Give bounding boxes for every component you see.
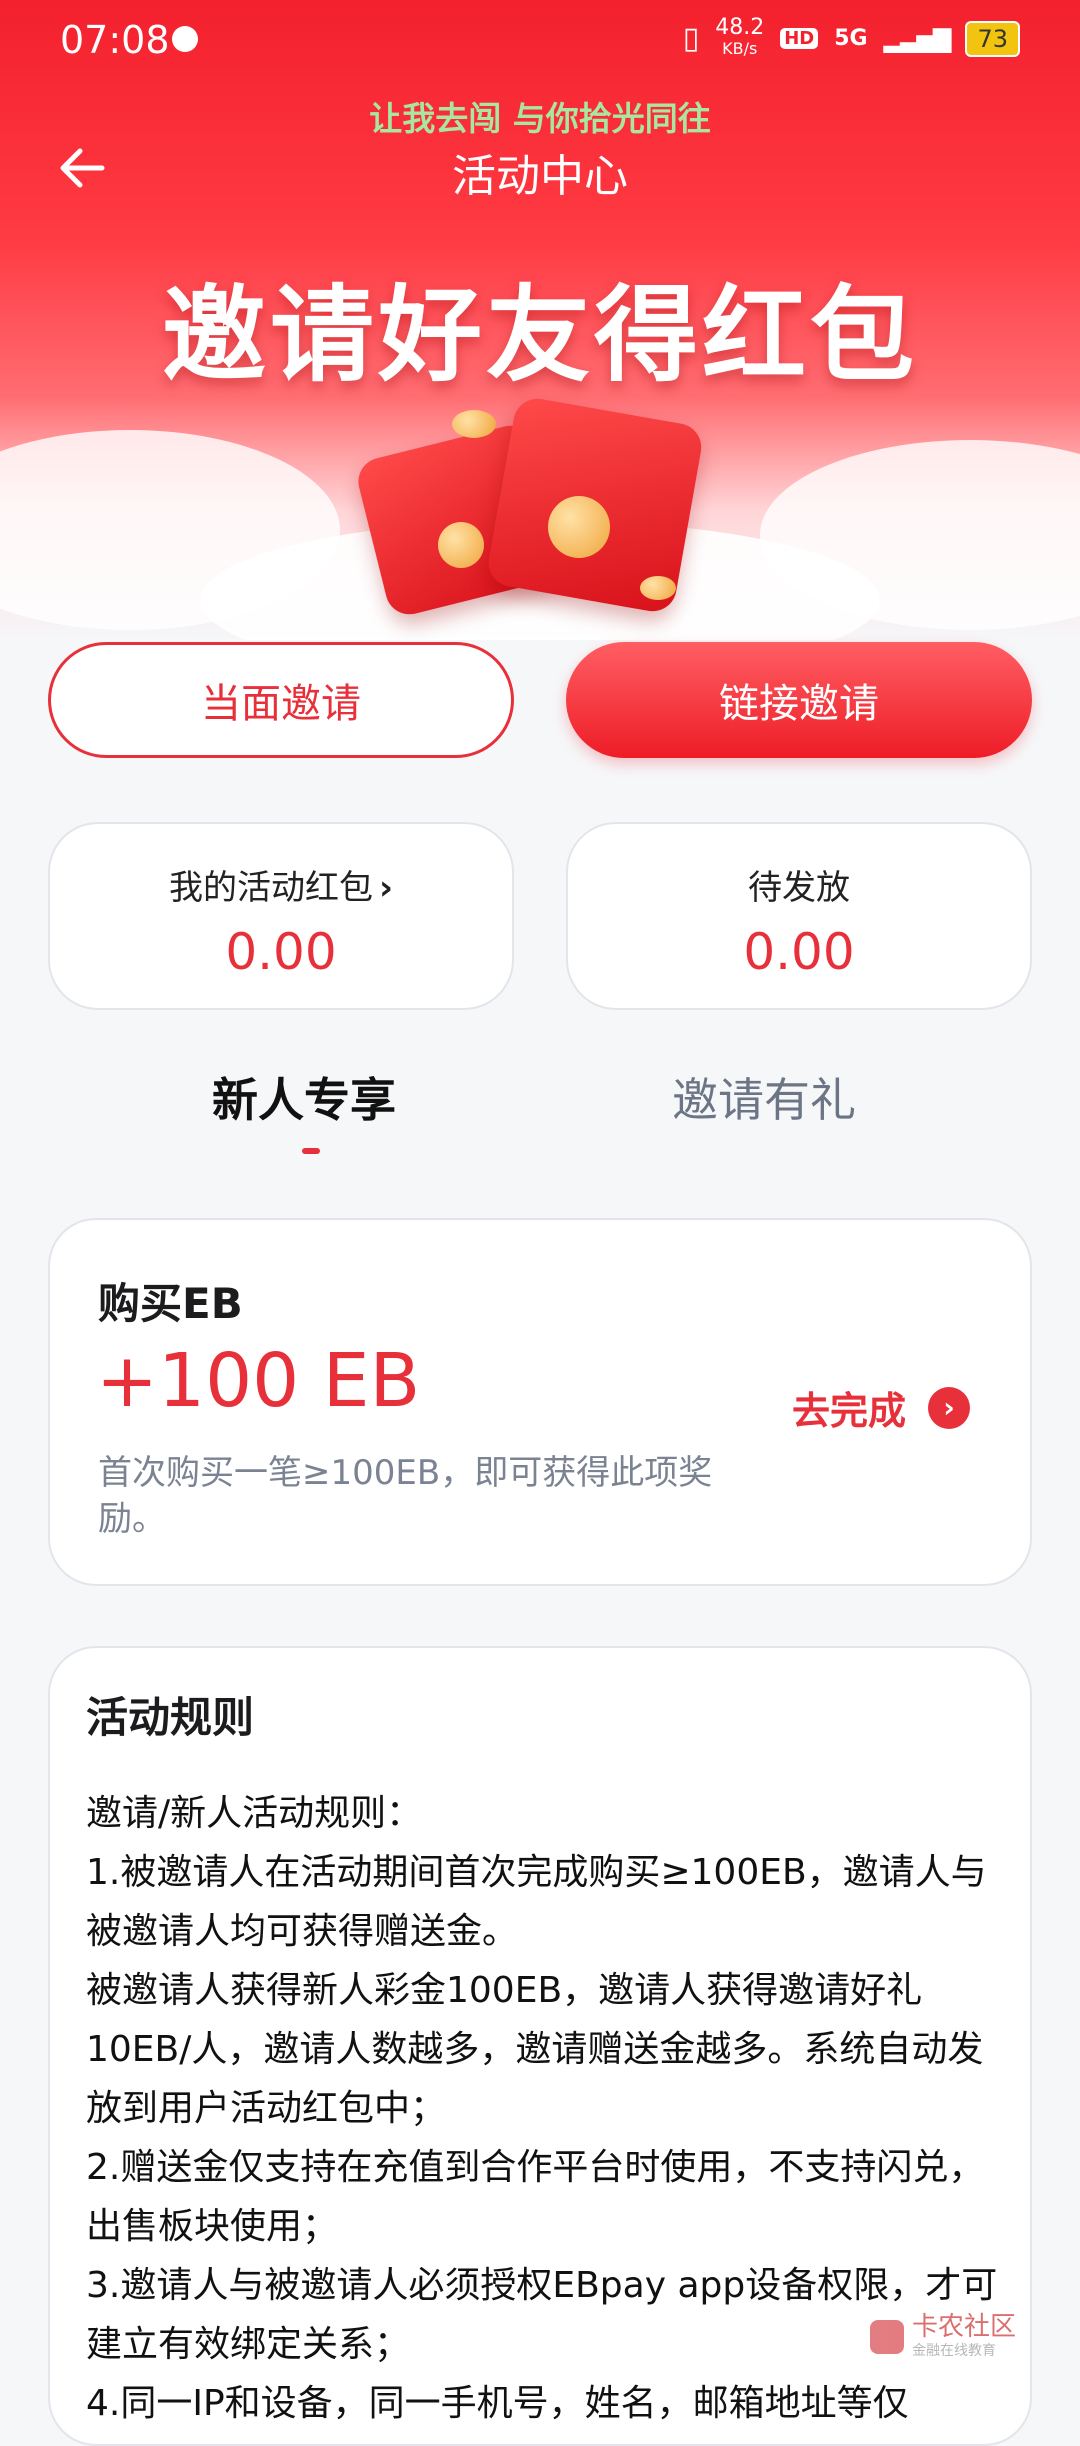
task-description: 首次购买一笔≥100EB，即可获得此项奖励。 xyxy=(98,1453,713,1539)
link-invite-button[interactable]: 链接邀请 xyxy=(566,642,1032,758)
network-type: 5G xyxy=(834,26,868,51)
coin-illustration xyxy=(452,410,496,438)
rule-line: 被邀请人获得新人彩金100EB，邀请人获得邀请好礼10EB/人，邀请人数越多，邀… xyxy=(86,1970,984,2129)
pending-label: 待发放 xyxy=(748,868,850,908)
complete-task-button[interactable]: 去完成 › xyxy=(792,1380,970,1435)
tab-newcomer[interactable]: 新人专享 xyxy=(212,1064,396,1130)
net-speed: 48.2 KB/s xyxy=(715,15,765,59)
battery-indicator: 73 xyxy=(965,20,1020,57)
rule-line: 邀请/新人活动规则： xyxy=(86,1793,423,1834)
status-time: 07:08 xyxy=(60,18,170,62)
task-card: 购买EB +100 EB 首次购买一笔≥100EB，即可获得此项奖励。 去完成 … xyxy=(48,1218,1032,1586)
net-speed-unit: KB/s xyxy=(722,39,758,58)
rules-title: 活动规则 xyxy=(86,1693,255,1742)
chevron-right-circle-icon: › xyxy=(928,1386,970,1429)
net-speed-value: 48.2 xyxy=(715,15,765,40)
status-icons: ▯ 48.2 KB/s HD 5G ▂▃▅▇ 73 xyxy=(682,15,1020,59)
my-red-packet-card[interactable]: 我的活动红包 › 0.00 xyxy=(48,822,514,1010)
vibrate-icon: ▯ xyxy=(682,21,700,56)
face-to-face-invite-button[interactable]: 当面邀请 xyxy=(48,642,514,758)
coin-illustration xyxy=(438,522,484,568)
coin-illustration xyxy=(548,496,610,558)
watermark-subtext: 金融在线教育 xyxy=(911,2343,996,2359)
nav-slogan: 让我去闯 与你拾光同往 xyxy=(369,99,711,138)
rule-line: 2.赠送金仅支持在充值到合作平台时使用，不支持闪兑，出售板块使用； xyxy=(86,2147,985,2247)
watermark-text: 卡农社区 xyxy=(911,2312,1016,2342)
rule-line: 1.被邀请人在活动期间首次完成购买≥100EB，邀请人与被邀请人均可获得赠送金。 xyxy=(86,1852,987,1952)
my-red-packet-header: 我的活动红包 › xyxy=(50,860,512,909)
task-title: 购买EB xyxy=(98,1279,243,1328)
task-reward: +100 EB xyxy=(96,1338,421,1424)
watermark: 卡农社区 金融在线教育 xyxy=(869,2314,1016,2360)
coin-illustration xyxy=(640,576,676,600)
chevron-right-icon: › xyxy=(378,868,393,908)
my-red-packet-label: 我的活动红包 xyxy=(168,868,373,908)
pending-card: 待发放 0.00 xyxy=(566,822,1032,1010)
status-bar: 07:08 ▯ 48.2 KB/s HD 5G ▂▃▅▇ 73 xyxy=(0,0,1080,84)
watermark-text-block: 卡农社区 金融在线教育 xyxy=(912,2314,1016,2360)
pending-value: 0.00 xyxy=(743,923,855,981)
page-title: 活动中心 xyxy=(452,151,628,202)
watermark-logo-icon xyxy=(869,2320,904,2354)
my-red-packet-value: 0.00 xyxy=(225,923,337,981)
rules-body: 邀请/新人活动规则： 1.被邀请人在活动期间首次完成购买≥100EB，邀请人与被… xyxy=(86,1784,1006,2433)
rule-line: 3.邀请人与被邀请人必须授权EBpay app设备权限，才可建立有效绑定关系； xyxy=(86,2265,998,2365)
tab-indicator xyxy=(302,1148,320,1154)
hd-icon: HD xyxy=(780,28,819,49)
rule-line: 4.同一IP和设备，同一手机号，姓名，邮箱地址等仅 xyxy=(86,2383,909,2424)
tab-invite[interactable]: 邀请有礼 xyxy=(672,1064,856,1130)
signal-icon: ▂▃▅▇ xyxy=(883,24,952,53)
app-notification-icon xyxy=(172,26,198,52)
complete-task-label: 去完成 xyxy=(791,1389,906,1433)
banner-title: 邀请好友得红包 xyxy=(161,274,918,396)
